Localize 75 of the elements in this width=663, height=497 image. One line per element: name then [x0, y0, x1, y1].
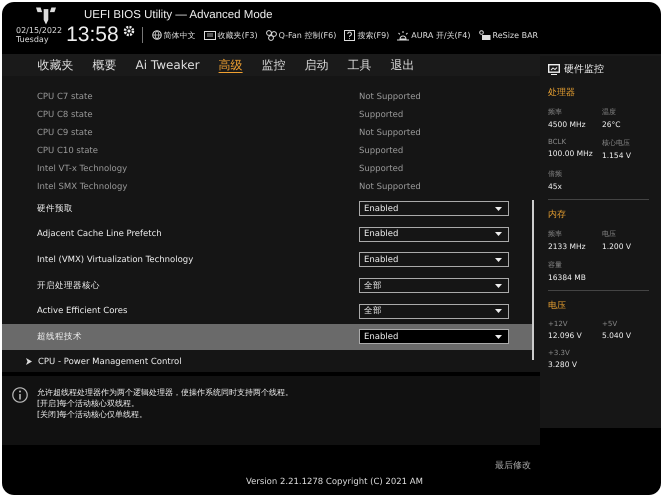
- menu-tab[interactable]: 概要: [83, 54, 126, 76]
- toolbar-button[interactable]: 收藏夹(F3): [202, 30, 260, 40]
- panel-title: 硬件监控: [564, 63, 604, 76]
- folder-icon: [204, 30, 216, 40]
- help-text: 允许超线程处理器作为两个逻辑处理器，使操作系统同时支持两个线程。: [37, 387, 293, 398]
- setting-label: Intel (VMX) Virtualization Technology: [37, 254, 194, 265]
- setting-row[interactable]: Active Efficient Cores 全部: [2, 298, 532, 324]
- caret-icon: [495, 334, 502, 339]
- dropdown[interactable]: Enabled: [359, 252, 509, 268]
- menu-tab[interactable]: 退出: [381, 54, 424, 76]
- setting-label: CPU C8 state: [37, 110, 94, 120]
- setting-value: Supported: [359, 164, 404, 174]
- section-title: 电压: [548, 300, 567, 312]
- setting-label: CPU C10 state: [37, 146, 99, 156]
- setting-label: CPU C7 state: [37, 92, 94, 102]
- setting-label: 硬件预取: [37, 202, 74, 215]
- help-icon: [344, 30, 356, 40]
- monitor-icon: [548, 64, 560, 74]
- scrollbar-thumb[interactable]: [532, 200, 534, 360]
- day-text: Tuesday: [16, 35, 50, 44]
- menu-tab[interactable]: 高级: [209, 54, 252, 76]
- setting-row[interactable]: 硬件预取 Enabled: [2, 196, 532, 222]
- settings-icon[interactable]: [122, 25, 135, 37]
- light-icon: [397, 30, 410, 40]
- setting-value: Not Supported: [359, 128, 421, 138]
- globe-icon: [152, 30, 162, 40]
- setting-label: Intel SMX Technology: [37, 182, 128, 192]
- caret-icon: [495, 206, 502, 211]
- setting-value: Supported: [359, 146, 404, 156]
- dropdown[interactable]: Enabled: [359, 226, 509, 242]
- dropdown[interactable]: 全部: [359, 278, 509, 294]
- setting-value: Not Supported: [359, 182, 421, 192]
- window-title: UEFI BIOS Utility — Advanced Mode: [84, 9, 273, 21]
- menu-tab[interactable]: 收藏夹: [28, 54, 83, 76]
- toolbar-button[interactable]: ReSize BAR: [476, 30, 540, 40]
- section-title: 处理器: [548, 86, 576, 99]
- dropdown[interactable]: Enabled: [359, 329, 509, 344]
- setting-row[interactable]: 超线程技术 Enabled: [2, 324, 532, 350]
- toolbar-button[interactable]: Q-Fan 控制(F6): [264, 30, 338, 40]
- toolbar-button[interactable]: 搜索(F9): [342, 30, 392, 40]
- card-icon: [478, 30, 490, 40]
- date-text: 02/15/2022: [16, 26, 62, 35]
- setting-label: Intel VT-x Technology: [37, 164, 128, 174]
- last-modified-button[interactable]: 最后修改: [495, 459, 531, 472]
- arrow-icon: [26, 358, 32, 366]
- setting-row[interactable]: Intel (VMX) Virtualization Technology Enabled: [2, 247, 532, 273]
- menu-tab[interactable]: 监控: [252, 54, 296, 76]
- dropdown[interactable]: 全部: [359, 304, 509, 319]
- setting-label: CPU C9 state: [37, 128, 94, 138]
- version-text: Version 2.21.1278 Copyright (C) 2021 AM: [246, 477, 423, 487]
- setting-value: Supported: [359, 110, 404, 120]
- setting-row[interactable]: Adjacent Cache Line Prefetch Enabled: [2, 222, 532, 248]
- caret-icon: [495, 232, 502, 236]
- setting-label: 超线程技术: [37, 330, 83, 343]
- fan-icon: [266, 30, 277, 40]
- dropdown[interactable]: Enabled: [359, 201, 509, 216]
- menu-tab[interactable]: 启动: [295, 54, 338, 76]
- help-text: [开启]每个活动核心双线程。: [37, 398, 140, 409]
- help-text: [关闭]每个活动核心仅单线程。: [37, 409, 148, 420]
- setting-label: Adjacent Cache Line Prefetch: [37, 229, 163, 240]
- info-icon: [12, 387, 28, 403]
- toolbar-button[interactable]: AURA 开/关(F4): [395, 30, 472, 40]
- caret-icon: [495, 258, 502, 262]
- setting-label: 开启处理器核心: [37, 280, 101, 292]
- setting-row[interactable]: 开启处理器核心 全部: [2, 272, 532, 298]
- clock-time: 13:58: [66, 23, 119, 47]
- setting-label: Active Efficient Cores: [37, 306, 128, 316]
- section-title: 内存: [548, 208, 567, 221]
- caret-icon: [495, 284, 502, 288]
- caret-icon: [495, 309, 502, 314]
- menu-tab[interactable]: Ai Tweaker: [126, 54, 210, 76]
- toolbar-button[interactable]: 简体中文: [150, 30, 198, 40]
- menu-tab[interactable]: 工具: [338, 54, 382, 76]
- submenu-item[interactable]: CPU - Power Management Control: [2, 350, 532, 374]
- setting-value: Not Supported: [359, 92, 421, 102]
